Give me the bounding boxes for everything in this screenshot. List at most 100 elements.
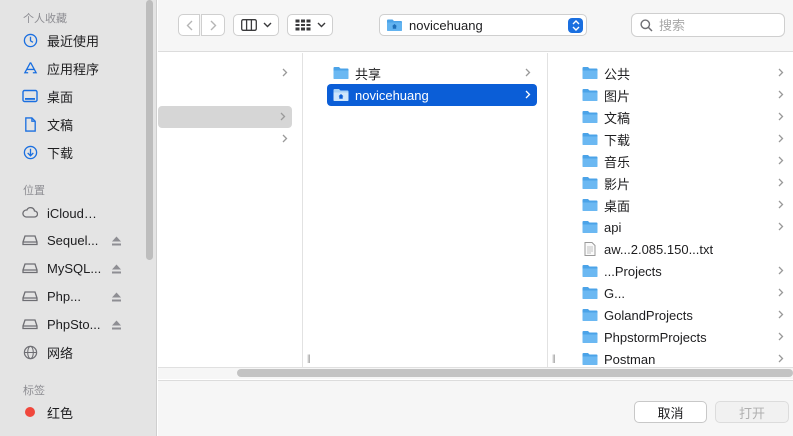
grid-icon — [295, 19, 310, 31]
sidebar-item-sequel[interactable]: Sequel... — [22, 229, 148, 251]
chevron-right-icon — [282, 134, 288, 143]
tag-dot-icon — [22, 404, 38, 420]
sidebar-item-network[interactable]: 网络 — [22, 341, 148, 363]
horizontal-scrollbar[interactable] — [237, 369, 793, 377]
sidebar-item-label: 应用程序 — [47, 61, 100, 77]
chevron-right-icon — [778, 310, 784, 319]
list-item[interactable]: 桌面 — [582, 194, 790, 216]
folder-icon — [582, 221, 598, 233]
sidebar-item-desktop[interactable]: 桌面 — [22, 85, 148, 107]
open-button[interactable]: 打开 — [715, 401, 789, 423]
column-divider[interactable] — [302, 53, 303, 367]
chevron-down-icon — [263, 22, 271, 28]
list-item[interactable] — [158, 128, 294, 150]
chevron-right-icon — [778, 354, 784, 363]
list-item[interactable]: GolandProjects — [582, 304, 790, 326]
sidebar-item-label: 最近使用 — [47, 33, 100, 49]
chevron-right-icon — [778, 266, 784, 275]
tags-header: 标签 — [23, 385, 45, 397]
sidebar-item-phpstorm[interactable]: PhpSto... — [22, 313, 148, 335]
folder-icon — [582, 265, 598, 277]
forward-button[interactable] — [201, 14, 225, 36]
chevron-right-icon — [280, 112, 286, 121]
list-item-label: 桌面 — [604, 198, 631, 214]
back-button[interactable] — [178, 14, 200, 36]
folder-icon — [582, 89, 598, 101]
folder-icon — [582, 309, 598, 321]
home-folder-icon — [333, 89, 349, 101]
folder-icon — [582, 155, 598, 167]
search-icon — [640, 18, 653, 32]
list-item[interactable]: 音乐 — [582, 150, 790, 172]
list-item-label: 文稿 — [604, 110, 631, 126]
search-field[interactable] — [631, 13, 785, 37]
column-divider[interactable] — [547, 53, 548, 367]
column-resize-handle[interactable]: || — [307, 353, 311, 363]
sidebar-item-recents[interactable]: 最近使用 — [22, 29, 148, 51]
list-item[interactable]: G... — [582, 282, 790, 304]
list-item[interactable]: api — [582, 216, 790, 238]
list-item-label: Postman — [604, 351, 656, 367]
sidebar-item-php[interactable]: Php... — [22, 285, 148, 307]
sidebar-item-label: iCloud云盘 — [47, 205, 107, 221]
list-item[interactable]: 图片 — [582, 84, 790, 106]
chevron-right-icon — [282, 68, 288, 77]
list-item[interactable] — [158, 84, 294, 106]
folder-icon — [582, 199, 598, 211]
list-item-shared[interactable]: 共享 — [327, 62, 537, 84]
list-item-novicehuang[interactable]: novicehuang — [327, 84, 537, 106]
eject-icon[interactable] — [111, 262, 122, 277]
cancel-button[interactable]: 取消 — [634, 401, 707, 423]
list-item[interactable]: 文稿 — [582, 106, 790, 128]
sidebar-item-label: PhpSto... — [47, 316, 101, 332]
chevron-right-icon — [778, 178, 784, 187]
list-item-label: PhpstormProjects — [604, 329, 707, 345]
desktop-icon — [22, 88, 38, 104]
list-item-label: GolandProjects — [604, 307, 693, 323]
sidebar-item-tag-red[interactable]: 红色 — [22, 401, 148, 423]
drive-icon — [22, 316, 38, 332]
dialog-footer: 取消 打开 — [158, 380, 793, 436]
folder-icon — [582, 67, 598, 79]
sidebar-item-icloud[interactable]: iCloud云盘 — [22, 201, 148, 223]
chevron-right-icon — [778, 112, 784, 121]
chevron-right-icon — [778, 222, 784, 231]
eject-icon[interactable] — [111, 318, 122, 333]
sidebar-item-label: MySQL... — [47, 260, 102, 276]
list-item[interactable]: 下载 — [582, 128, 790, 150]
eject-icon[interactable] — [111, 290, 122, 305]
list-item-label: 图片 — [604, 88, 631, 104]
list-item-label: api — [604, 219, 622, 235]
sidebar-item-label: 下载 — [47, 145, 74, 161]
folder-icon — [582, 287, 598, 299]
location-popup[interactable]: novicehuang — [379, 14, 587, 36]
folder-icon — [333, 67, 349, 79]
search-input[interactable] — [659, 17, 779, 33]
sidebar-item-downloads[interactable]: 下载 — [22, 141, 148, 163]
drive-icon — [22, 288, 38, 304]
list-item-label: 共享 — [355, 66, 382, 82]
sidebar-scrollbar[interactable] — [146, 0, 153, 260]
column-resize-handle[interactable]: || — [552, 353, 556, 363]
sidebar-item-label: 桌面 — [47, 89, 74, 105]
folder-icon — [582, 133, 598, 145]
sidebar-item-applications[interactable]: 应用程序 — [22, 57, 148, 79]
sidebar-item-label: 文稿 — [47, 117, 74, 133]
list-item[interactable] — [158, 62, 294, 84]
sidebar-item-documents[interactable]: 文稿 — [22, 113, 148, 135]
text-file-icon — [584, 242, 596, 256]
eject-icon[interactable] — [111, 234, 122, 249]
list-item[interactable]: 影片 — [582, 172, 790, 194]
list-item[interactable]: aw...2.085.150...txt — [582, 238, 790, 260]
list-item[interactable]: ...Projects — [582, 260, 790, 282]
group-button[interactable] — [287, 14, 333, 36]
sidebar-item-mysql[interactable]: MySQL... — [22, 257, 148, 279]
list-item[interactable]: 公共 — [582, 62, 790, 84]
list-item-selected[interactable] — [158, 106, 292, 128]
document-icon — [22, 116, 38, 132]
list-item-label: 下载 — [604, 132, 631, 148]
list-item[interactable]: PhpstormProjects — [582, 326, 790, 348]
list-item-label: 公共 — [604, 66, 631, 82]
view-mode-button[interactable] — [233, 14, 279, 36]
chevron-right-icon — [778, 200, 784, 209]
